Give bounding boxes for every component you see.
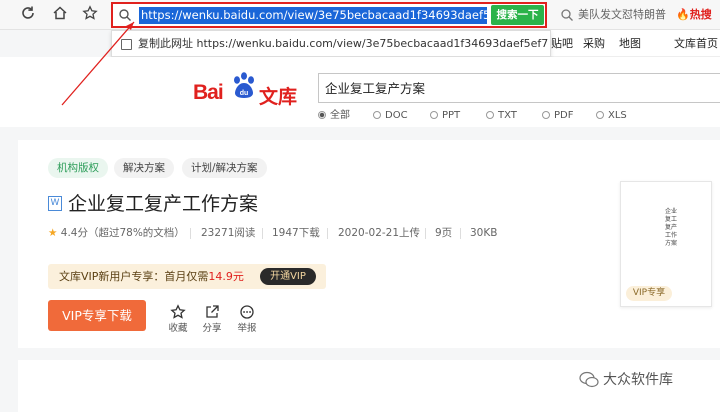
site-header: Bai du 文库 企业复工复产方案 全部 DOC PPT TXT PDF XL… [0, 57, 720, 127]
copy-url-suggestion[interactable]: 复制此网址 https://wenku.baidu.com/view/3e75b… [138, 36, 548, 52]
hot-label: 🔥热搜 [676, 8, 712, 21]
wenku-search-input[interactable]: 企业复工复产方案 [318, 73, 720, 103]
radio-icon [486, 111, 494, 119]
search-query[interactable]: 企业复工复产方案 [325, 80, 425, 97]
vip-download-button[interactable]: VIP专享下载 [48, 300, 146, 331]
vip-offer-banner: 文库VIP新用户专享：首月仅需14.9元 开通VIP [48, 264, 326, 289]
divider [425, 228, 426, 239]
flame-icon: 🔥 [676, 8, 690, 21]
home-icon[interactable] [50, 5, 70, 25]
refresh-icon[interactable] [18, 5, 38, 25]
read-count: 23271阅读 [201, 227, 256, 239]
radio-icon [373, 111, 381, 119]
download-count: 1947下载 [272, 227, 320, 239]
radio-icon [430, 111, 438, 119]
favorite-button[interactable]: 收藏 [163, 304, 193, 335]
nav-caigou[interactable]: 采购 [583, 36, 605, 52]
share-button[interactable]: 分享 [197, 304, 227, 335]
hot-search-text: 美队发文怼特朗普 [578, 8, 666, 21]
filter-all[interactable]: 全部 [318, 109, 350, 123]
divider [262, 228, 263, 239]
upload-date: 2020-02-21上传 [338, 227, 421, 239]
address-bar[interactable]: https://wenku.baidu.com/view/3e75becbaca… [111, 2, 547, 28]
word-doc-icon: W [48, 196, 62, 211]
nav-tieba[interactable]: 贴吧 [551, 36, 573, 52]
star-icon: ★ [48, 227, 58, 239]
search-go-button[interactable]: 搜索一下 [491, 5, 544, 25]
tag-solution[interactable]: 解决方案 [114, 158, 174, 178]
preview-vip-badge: VIP专享 [626, 286, 672, 301]
search-icon [119, 9, 131, 21]
radio-selected-icon [318, 111, 326, 119]
address-suggestion-dropdown: 复制此网址 https://wenku.baidu.com/view/3e75b… [111, 30, 551, 57]
divider [460, 228, 461, 239]
radio-icon [542, 111, 550, 119]
tag-plan-solution[interactable]: 计划/解决方案 [182, 158, 267, 178]
logo-wenku: 文库 [259, 86, 298, 108]
browser-toolbar: https://wenku.baidu.com/view/3e75becbaca… [0, 0, 720, 30]
address-url[interactable]: https://wenku.baidu.com/view/3e75becbaca… [139, 7, 487, 24]
tag-institution-copyright[interactable]: 机构版权 [48, 158, 108, 178]
filter-xls[interactable]: XLS [596, 109, 627, 123]
report-icon [240, 305, 254, 319]
file-size: 30KB [470, 227, 498, 239]
divider [327, 228, 328, 239]
filter-txt[interactable]: TXT [486, 109, 517, 123]
radio-icon [596, 111, 604, 119]
baidu-paw-icon: du [234, 72, 254, 98]
preview-title: 企业复工复产工作方案 [665, 208, 678, 247]
rating: ★ 4.4分（超过78%的文档） [48, 227, 185, 239]
filter-pdf[interactable]: PDF [542, 109, 573, 123]
wechat-icon [579, 371, 599, 388]
document-title: 企业复工复产工作方案 [68, 193, 259, 215]
vip-offer-text: 文库VIP新用户专享：首月仅需14.9元 [59, 270, 244, 283]
nav-ditu[interactable]: 地图 [619, 36, 641, 52]
report-button[interactable]: 举报 [232, 304, 262, 335]
watermark-text: 大众软件库 [603, 372, 673, 388]
logo-bai: Bai [193, 81, 224, 104]
filter-ppt[interactable]: PPT [430, 109, 460, 123]
open-vip-button[interactable]: 开通VIP [260, 268, 316, 285]
filter-doc[interactable]: DOC [373, 109, 408, 123]
logo-du: du [240, 90, 249, 97]
vip-offer-price: 14.9元 [208, 270, 244, 283]
share-icon [206, 305, 219, 318]
hot-search-box[interactable]: 美队发文怼特朗普 🔥热搜 [552, 5, 720, 25]
copy-icon [121, 39, 132, 50]
page-count: 9页 [435, 227, 453, 239]
nav-wenku-home[interactable]: 文库首页 [674, 36, 718, 52]
site-nav: 贴吧 采购 地图 文库首页 [551, 30, 720, 57]
star-icon [170, 304, 186, 319]
file-type-filters: 全部 DOC PPT TXT PDF XLS [318, 109, 720, 123]
baidu-wenku-logo[interactable]: Bai du 文库 [193, 65, 303, 109]
bookmark-star-icon[interactable] [80, 5, 100, 25]
search-icon [561, 9, 573, 21]
divider [190, 228, 191, 239]
